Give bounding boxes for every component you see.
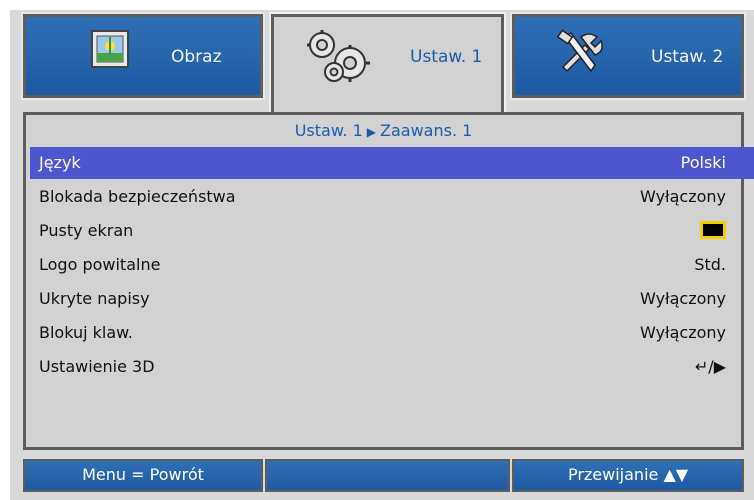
menu-row-label: Blokada bezpieczeństwa bbox=[39, 187, 236, 206]
picture-icon bbox=[90, 29, 130, 74]
menu-row-label: Blokuj klaw. bbox=[39, 323, 133, 342]
menu-row-label: Ustawienie 3D bbox=[39, 357, 155, 376]
menu-row-value: Wyłączony bbox=[640, 323, 726, 342]
menu-row-label: Pusty ekran bbox=[39, 221, 134, 240]
breadcrumb-current: Zaawans. 1 bbox=[380, 121, 473, 140]
menu-row-language[interactable]: Język Polski bbox=[30, 147, 754, 179]
breadcrumb: Ustaw. 1 ▶ Zaawans. 1 bbox=[26, 121, 741, 140]
menu-row-closed-captions[interactable]: Ukryte napisy Wyłączony bbox=[30, 283, 754, 315]
blank-screen-swatch bbox=[700, 219, 726, 239]
black-color-swatch-icon bbox=[700, 220, 726, 239]
gears-icon bbox=[302, 29, 374, 88]
menu-row-blank-screen[interactable]: Pusty ekran bbox=[30, 215, 754, 247]
tab-label: Ustaw. 1 bbox=[410, 47, 483, 67]
menu-row-value: Polski bbox=[680, 153, 726, 172]
tab-label: Obraz bbox=[171, 47, 222, 67]
menu-row-3d-settings[interactable]: Ustawienie 3D ↵/▶ bbox=[30, 351, 754, 383]
tab-ustaw-1[interactable]: Ustaw. 1 bbox=[269, 12, 506, 116]
tab-obraz[interactable]: Obraz bbox=[21, 12, 265, 100]
menu-row-label: Logo powitalne bbox=[39, 255, 161, 274]
menu-row-splash-logo[interactable]: Logo powitalne Std. bbox=[30, 249, 754, 281]
tools-icon bbox=[555, 29, 603, 82]
footer-scroll-hint: Przewijanie ▲▼ bbox=[512, 459, 744, 492]
footer-left-label: Menu = Powrót bbox=[82, 465, 204, 484]
menu-row-keypad-lock[interactable]: Blokuj klaw. Wyłączony bbox=[30, 317, 754, 349]
menu-row-label: Język bbox=[39, 153, 81, 172]
breadcrumb-arrow-icon: ▶ bbox=[366, 125, 377, 139]
menu-row-value: Wyłączony bbox=[640, 187, 726, 206]
footer-middle bbox=[265, 459, 510, 492]
enter-arrow-icon: ↵/▶ bbox=[694, 357, 726, 376]
footer-right-label: Przewijanie ▲▼ bbox=[567, 465, 689, 484]
footer-menu-back: Menu = Powrót bbox=[23, 459, 263, 492]
breadcrumb-parent: Ustaw. 1 bbox=[294, 121, 363, 140]
menu-row-security-lock[interactable]: Blokada bezpieczeństwa Wyłączony bbox=[30, 181, 754, 213]
tab-ustaw-2[interactable]: Ustaw. 2 bbox=[510, 12, 746, 100]
tab-label: Ustaw. 2 bbox=[651, 47, 724, 67]
menu-row-label: Ukryte napisy bbox=[39, 289, 150, 308]
menu-row-value: Wyłączony bbox=[640, 289, 726, 308]
menu-row-value: Std. bbox=[694, 255, 726, 274]
